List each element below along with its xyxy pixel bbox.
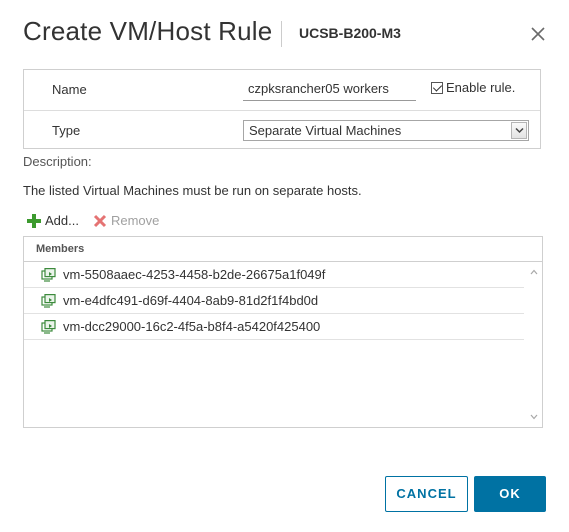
remove-button-label: Remove (110, 213, 160, 228)
description-text: The listed Virtual Machines must be run … (23, 183, 362, 198)
vm-icon (41, 267, 56, 282)
add-button[interactable]: Add... (27, 213, 79, 228)
members-list: Members vm-5508aaec-4253-4458-b2de-26675… (23, 236, 543, 428)
plus-icon (27, 213, 41, 228)
members-scrollbar[interactable] (526, 262, 542, 427)
scroll-up-icon[interactable] (530, 269, 538, 275)
vm-icon (41, 293, 56, 308)
description-label: Description: (23, 154, 92, 169)
member-name: vm-dcc29000-16c2-4f5a-b8f4-a5420f425400 (63, 319, 321, 334)
remove-button[interactable]: Remove (93, 213, 159, 228)
enable-rule-checkbox[interactable]: Enable rule. (431, 80, 515, 95)
member-row[interactable]: vm-e4dfc491-d69f-4404-8ab9-81d2f1f4bd0d (24, 288, 524, 314)
dialog-subtitle: UCSB-B200-M3 (299, 25, 401, 41)
member-name: vm-5508aaec-4253-4458-b2de-26675a1f049f (63, 267, 326, 282)
cancel-button[interactable]: CANCEL (385, 476, 468, 512)
member-row[interactable]: vm-5508aaec-4253-4458-b2de-26675a1f049f (24, 262, 524, 288)
members-header: Members (24, 237, 542, 262)
dialog-title: Create VM/Host Rule (23, 16, 273, 46)
vm-icon (41, 319, 56, 334)
chevron-down-icon[interactable] (511, 122, 527, 139)
members-toolbar: Add... Remove (27, 213, 159, 228)
type-selected-value: Separate Virtual Machines (249, 123, 402, 138)
member-row[interactable]: vm-dcc29000-16c2-4f5a-b8f4-a5420f425400 (24, 314, 524, 340)
name-input[interactable] (243, 77, 416, 101)
form-divider (24, 110, 540, 111)
enable-rule-label: Enable rule. (446, 80, 516, 95)
member-name: vm-e4dfc491-d69f-4404-8ab9-81d2f1f4bd0d (63, 293, 319, 308)
name-label: Name (52, 82, 87, 97)
scroll-down-icon[interactable] (530, 414, 538, 420)
ok-button[interactable]: OK (474, 476, 546, 512)
remove-x-icon (93, 214, 107, 227)
type-select[interactable]: Separate Virtual Machines (243, 120, 529, 141)
checkbox-checked-icon[interactable] (431, 81, 443, 94)
type-label: Type (52, 123, 81, 138)
title-separator (281, 21, 282, 47)
close-icon[interactable] (529, 25, 547, 43)
rule-form: Name Enable rule. Type Separate Virtual … (23, 69, 541, 149)
add-button-label: Add... (45, 213, 79, 228)
